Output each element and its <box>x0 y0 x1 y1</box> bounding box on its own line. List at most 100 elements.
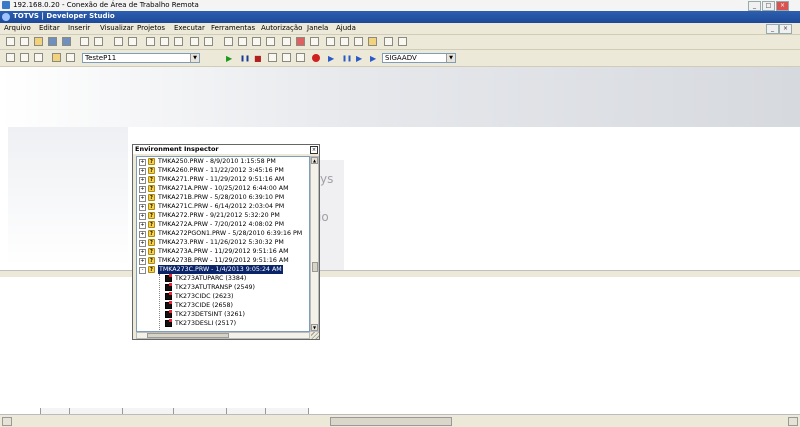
scroll-down-button[interactable]: ▼ <box>311 324 318 331</box>
tree-function-node[interactable]: TK273CIDE (2658) <box>137 301 309 310</box>
menu-inserir[interactable]: Inserir <box>68 24 90 32</box>
environment-inspector-window[interactable]: Environment Inspector × + ? TMKA250.PRW … <box>132 144 320 340</box>
save-all-icon[interactable] <box>62 37 71 46</box>
new-file-icon[interactable] <box>6 37 15 46</box>
cut-icon[interactable] <box>146 37 155 46</box>
save-icon[interactable] <box>48 37 57 46</box>
pause-icon[interactable]: ❚❚ <box>240 55 250 62</box>
expand-icon[interactable]: + <box>139 186 146 193</box>
window-icon[interactable] <box>224 37 233 46</box>
find-icon[interactable] <box>190 37 199 46</box>
debug-pause-icon[interactable]: ❚❚ <box>342 55 352 62</box>
tree-function-node[interactable]: TK273CIDC (2623) <box>137 292 309 301</box>
horizontal-scrollbar[interactable] <box>0 414 800 427</box>
add-icon[interactable] <box>326 37 335 46</box>
inspector-vertical-scrollbar[interactable]: ▲ ▼ <box>310 156 319 332</box>
debug-step-icon[interactable]: ▶ <box>356 54 362 63</box>
tools-icon[interactable] <box>66 53 75 62</box>
scroll-up-button[interactable]: ▲ <box>311 157 318 164</box>
undo-icon[interactable] <box>114 37 123 46</box>
scroll-thumb[interactable] <box>330 417 452 426</box>
expand-icon[interactable]: + <box>139 249 146 256</box>
inspector-close-button[interactable]: × <box>310 146 318 154</box>
stop-icon[interactable] <box>296 37 305 46</box>
chevron-down-icon[interactable]: ▼ <box>190 54 199 62</box>
app-minimize-button[interactable]: _ <box>766 24 779 34</box>
grid-icon[interactable] <box>384 37 393 46</box>
expand-icon[interactable]: + <box>139 213 146 220</box>
open-folder-icon[interactable] <box>34 37 43 46</box>
menu-projetos[interactable]: Projetos <box>137 24 165 32</box>
font-icon[interactable] <box>94 37 103 46</box>
step-out-icon[interactable] <box>296 53 305 62</box>
tree-node[interactable]: + ? TMKA273B.PRW - 11/29/2012 9:51:16 AM <box>137 256 309 265</box>
tree-node[interactable]: + ? TMKA271.PRW - 11/29/2012 9:51:16 AM <box>137 175 309 184</box>
app-close-button[interactable]: × <box>779 24 792 34</box>
tree-function-node[interactable]: TK273ATUPARC (3384) <box>137 274 309 283</box>
rdp-maximize-button[interactable]: □ <box>762 1 775 11</box>
menu-arquivo[interactable]: Arquivo <box>4 24 31 32</box>
rdp-minimize-button[interactable]: _ <box>748 1 761 11</box>
menu-janela[interactable]: Janela <box>307 24 328 32</box>
config-icon[interactable] <box>6 53 15 62</box>
list-icon[interactable] <box>266 37 275 46</box>
tree-node[interactable]: + ? TMKA260.PRW - 11/22/2012 3:45:16 PM <box>137 166 309 175</box>
menu-autorizacao[interactable]: Autorização <box>261 24 302 32</box>
debug-next-icon[interactable]: ▶ <box>370 54 376 63</box>
build-icon[interactable] <box>310 37 319 46</box>
new-project-icon[interactable] <box>20 37 29 46</box>
env-icon[interactable] <box>340 37 349 46</box>
tree-node-selected[interactable]: - ? TMKA273C.PRW - 1/4/2013 9:05:24 AM <box>137 265 309 274</box>
expand-icon[interactable]: + <box>139 177 146 184</box>
tree-node[interactable]: + ? TMKA271C.PRW - 6/14/2012 2:03:04 PM <box>137 202 309 211</box>
menu-editar[interactable]: Editar <box>39 24 60 32</box>
repository-icon[interactable] <box>354 37 363 46</box>
scroll-right-button[interactable] <box>788 417 798 426</box>
expand-icon[interactable]: + <box>139 240 146 247</box>
expand-icon[interactable]: + <box>139 258 146 265</box>
output-panel[interactable] <box>0 277 800 410</box>
chevron-down-icon[interactable]: ▼ <box>446 54 455 62</box>
monitor-icon[interactable] <box>34 53 43 62</box>
stop-run-icon[interactable]: ■ <box>254 54 262 63</box>
expand-icon[interactable]: + <box>139 195 146 202</box>
project-combo[interactable]: TesteP11 ▼ <box>82 53 200 63</box>
tree-node[interactable]: + ? TMKA273.PRW - 11/26/2012 5:30:32 PM <box>137 238 309 247</box>
menu-ajuda[interactable]: Ajuda <box>336 24 356 32</box>
expand-icon[interactable]: + <box>139 222 146 229</box>
tree-node[interactable]: + ? TMKA272PGON1.PRW - 5/28/2010 6:39:16… <box>137 229 309 238</box>
menu-visualizar[interactable]: Visualizar <box>100 24 134 32</box>
collapse-icon[interactable]: - <box>139 267 146 274</box>
resize-grip-icon[interactable] <box>311 332 319 339</box>
run-icon[interactable]: ▶ <box>226 54 232 63</box>
layout-icon[interactable] <box>238 37 247 46</box>
scroll-thumb[interactable] <box>312 262 318 272</box>
tree-node[interactable]: + ? TMKA273A.PRW - 11/29/2012 9:51:16 AM <box>137 247 309 256</box>
inspector-tree[interactable]: + ? TMKA250.PRW - 8/9/2010 1:15:58 PM + … <box>136 156 310 332</box>
menu-executar[interactable]: Executar <box>174 24 205 32</box>
inspector-horizontal-scrollbar[interactable] <box>136 332 310 339</box>
breakpoint-icon[interactable] <box>312 54 320 62</box>
wizard-icon[interactable] <box>52 53 61 62</box>
star-icon[interactable] <box>368 37 377 46</box>
image-icon[interactable] <box>398 37 407 46</box>
replace-icon[interactable] <box>204 37 213 46</box>
expand-icon[interactable]: + <box>139 159 146 166</box>
copy-icon[interactable] <box>160 37 169 46</box>
tree-node[interactable]: + ? TMKA271A.PRW - 10/25/2012 6:44:00 AM <box>137 184 309 193</box>
expand-icon[interactable]: + <box>139 168 146 175</box>
scroll-left-button[interactable] <box>2 417 12 426</box>
panel-icon[interactable] <box>252 37 261 46</box>
step-over-icon[interactable] <box>282 53 291 62</box>
paste-icon[interactable] <box>174 37 183 46</box>
tree-node[interactable]: + ? TMKA271B.PRW - 5/28/2010 6:39:10 PM <box>137 193 309 202</box>
tree-function-node[interactable]: TK273DESLI (2517) <box>137 319 309 328</box>
step-into-icon[interactable] <box>268 53 277 62</box>
compile-icon[interactable] <box>282 37 291 46</box>
tree-node[interactable]: + ? TMKA250.PRW - 8/9/2010 1:15:58 PM <box>137 157 309 166</box>
environment-combo[interactable]: SIGAADV ▼ <box>382 53 456 63</box>
debug-run-icon[interactable]: ▶ <box>328 54 334 63</box>
properties-icon[interactable] <box>20 53 29 62</box>
tree-node[interactable]: + ? TMKA272A.PRW - 7/20/2012 4:08:02 PM <box>137 220 309 229</box>
scroll-thumb[interactable] <box>147 333 229 338</box>
